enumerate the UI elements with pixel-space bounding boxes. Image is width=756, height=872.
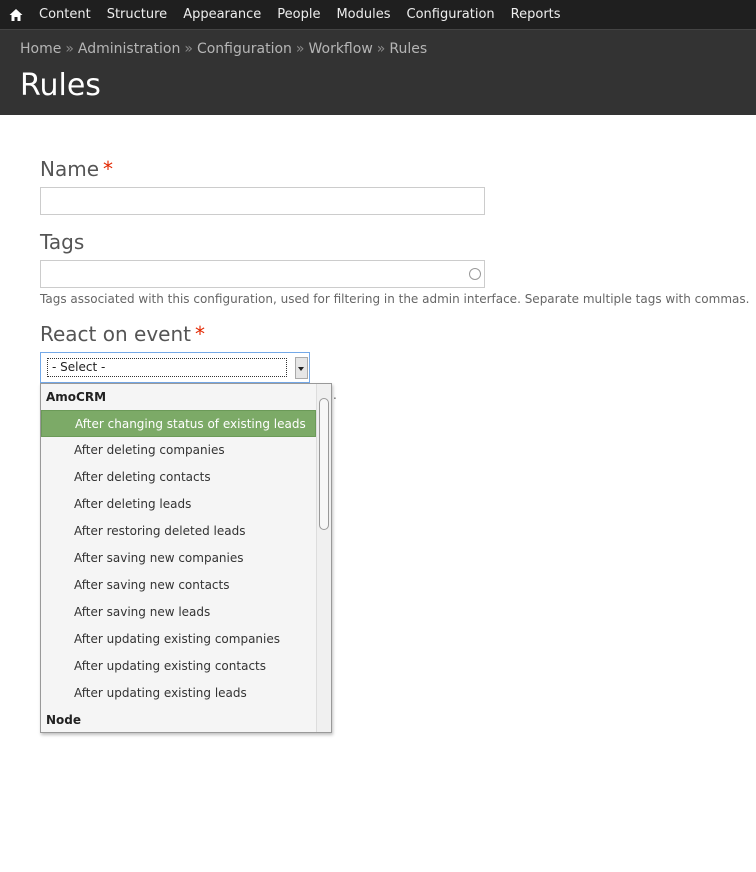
page-title: Rules — [20, 68, 101, 103]
option-after-saving-contacts[interactable]: After saving new contacts — [41, 572, 331, 599]
breadcrumb-workflow[interactable]: Workflow — [308, 41, 372, 57]
page-header: Home» Administration» Configuration» Workfl… — [0, 30, 756, 115]
event-select-value: - Select - — [47, 358, 287, 377]
toolbar-menu: Content Structure Appearance People Modu… — [39, 0, 577, 30]
option-after-updating-companies[interactable]: After updating existing companies — [41, 626, 331, 653]
name-label: Name * — [40, 157, 113, 181]
admin-toolbar: Content Structure Appearance People Modu… — [0, 0, 756, 30]
breadcrumb: Home» Administration» Configuration» Workfl… — [20, 41, 427, 57]
breadcrumb-separator: » — [65, 41, 74, 57]
optgroup-amocrm: AmoCRM — [46, 390, 107, 404]
optgroup-node: Node — [46, 713, 82, 727]
event-dropdown-list[interactable]: AmoCRM After changing status of existing… — [40, 383, 332, 733]
required-mark: * — [103, 157, 114, 181]
scrollbar-thumb[interactable] — [319, 398, 329, 530]
toolbar-item-appearance[interactable]: Appearance — [183, 0, 261, 30]
option-after-updating-contacts[interactable]: After updating existing contacts — [41, 653, 331, 680]
required-mark: * — [195, 322, 205, 346]
name-label-text: Name — [40, 157, 100, 181]
breadcrumb-configuration[interactable]: Configuration — [197, 41, 292, 57]
breadcrumb-administration[interactable]: Administration — [78, 41, 180, 57]
breadcrumb-rules[interactable]: Rules — [389, 41, 427, 57]
toolbar-item-content[interactable]: Content — [39, 0, 91, 30]
option-after-changing-status-leads[interactable]: After changing status of existing leads — [41, 410, 316, 437]
tags-input[interactable] — [40, 260, 485, 288]
option-after-deleting-leads[interactable]: After deleting leads — [41, 491, 331, 518]
breadcrumb-separator: » — [295, 41, 305, 57]
option-after-saving-leads[interactable]: After saving new leads — [41, 599, 331, 626]
dropdown-scrollbar[interactable] — [316, 384, 331, 732]
name-input[interactable] — [40, 187, 485, 215]
autocomplete-throbber-icon — [469, 268, 481, 280]
select-dropdown-button[interactable] — [295, 357, 308, 379]
breadcrumb-home[interactable]: Home — [20, 41, 61, 57]
breadcrumb-separator: » — [184, 41, 193, 57]
event-select[interactable]: - Select - — [40, 352, 310, 383]
option-after-deleting-contacts[interactable]: After deleting contacts — [41, 464, 331, 491]
breadcrumb-separator: » — [376, 41, 386, 57]
option-after-updating-leads[interactable]: After updating existing leads — [41, 680, 331, 707]
toolbar-item-modules[interactable]: Modules — [336, 0, 390, 30]
tags-description: Tags associated with this configuration,… — [40, 292, 750, 306]
option-after-deleting-companies[interactable]: After deleting companies — [41, 437, 331, 464]
option-after-restoring-leads[interactable]: After restoring deleted leads — [41, 518, 331, 545]
tags-label: Tags — [40, 230, 85, 254]
option-after-saving-companies[interactable]: After saving new companies — [41, 545, 331, 572]
chevron-down-icon — [298, 367, 304, 371]
toolbar-item-structure[interactable]: Structure — [107, 0, 167, 30]
event-label: React on event * — [40, 322, 205, 346]
toolbar-item-people[interactable]: People — [277, 0, 320, 30]
home-icon[interactable] — [9, 8, 23, 22]
toolbar-item-reports[interactable]: Reports — [511, 0, 561, 30]
event-label-text: React on event — [40, 322, 191, 346]
toolbar-item-configuration[interactable]: Configuration — [407, 0, 495, 30]
